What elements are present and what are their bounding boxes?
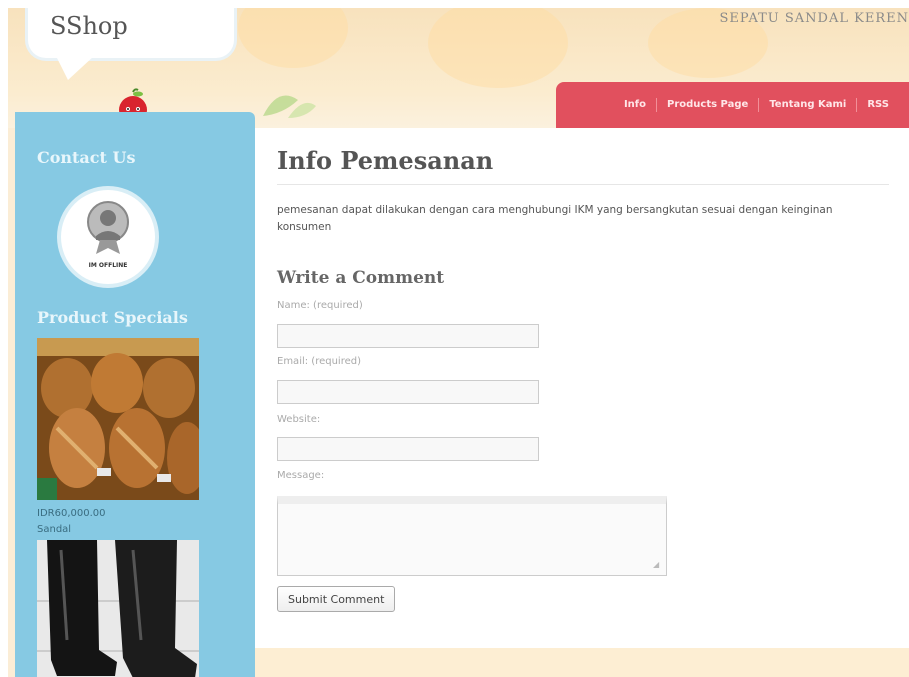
status-badge[interactable]: IM OFFLINE xyxy=(61,190,155,284)
nav-item-products-page[interactable]: Products Page xyxy=(656,98,758,112)
submit-comment-button[interactable]: Submit Comment xyxy=(277,586,396,612)
title-divider xyxy=(277,184,889,185)
site-logo[interactable]: SShop xyxy=(50,12,128,40)
email-field[interactable] xyxy=(277,380,539,404)
footer-band xyxy=(255,648,909,677)
nav-item-rss[interactable]: RSS xyxy=(856,98,899,112)
website-field[interactable] xyxy=(277,437,539,461)
email-label: Email: (required) xyxy=(277,356,361,367)
nav-item-tentang-kami[interactable]: Tentang Kami xyxy=(758,98,856,112)
comment-heading: Write a Comment xyxy=(277,268,445,288)
message-label: Message: xyxy=(277,470,325,481)
resize-handle-icon[interactable]: ◢ xyxy=(653,560,663,570)
page-body-text: pemesanan dapat dilakukan dengan cara me… xyxy=(277,204,833,233)
product-price: IDR60,000.00 xyxy=(37,508,106,519)
leaf-icon xyxy=(263,95,316,118)
main-nav: Info Products Page Tentang Kami RSS xyxy=(556,82,909,128)
message-field[interactable] xyxy=(277,496,667,576)
person-icon xyxy=(87,201,129,254)
badge-label: IM OFFLINE xyxy=(88,262,128,269)
decor-petal xyxy=(238,8,348,68)
contact-heading: Contact Us xyxy=(37,148,136,167)
name-field[interactable] xyxy=(277,324,539,348)
website-label: Website: xyxy=(277,414,321,425)
name-label: Name: (required) xyxy=(277,300,363,311)
product-name[interactable]: Sandal xyxy=(37,524,71,535)
nav-item-info[interactable]: Info xyxy=(614,98,656,112)
product-image-boots[interactable] xyxy=(37,540,199,677)
decor-petal xyxy=(428,8,568,88)
main-content: Info Pemesanan pemesanan dapat dilakukan… xyxy=(255,128,909,648)
page-title: Info Pemesanan xyxy=(277,146,494,175)
site-tagline: SEPATU SANDAL KEREN xyxy=(719,11,909,26)
page-frame: SShop SEPATU SANDAL KEREN Info Products … xyxy=(8,8,909,677)
sidebar: Contact Us IM OFFLINE Product Specials I… xyxy=(15,112,255,677)
specials-heading: Product Specials xyxy=(37,308,188,327)
logo-bubble-tail xyxy=(56,56,94,80)
product-image-sandal[interactable] xyxy=(37,338,199,500)
